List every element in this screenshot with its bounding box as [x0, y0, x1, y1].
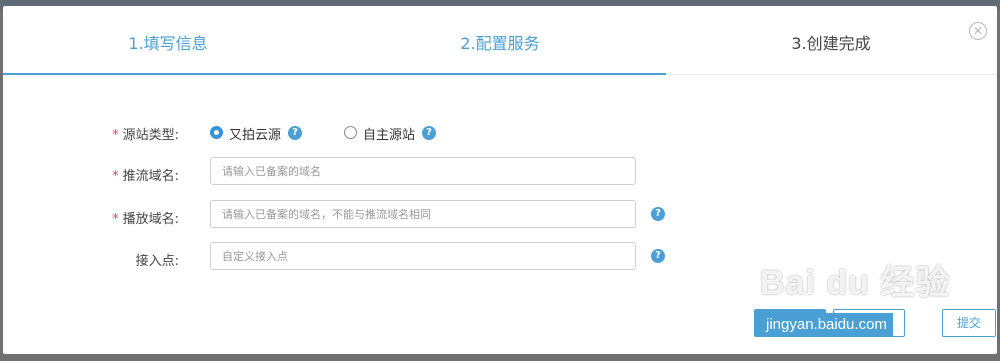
watermark-url: jingyan.baidu.com: [760, 313, 893, 337]
help-icon[interactable]: ?: [651, 207, 665, 221]
step-fill-info[interactable]: 1.填写信息: [3, 30, 333, 54]
required-mark: *: [112, 169, 119, 184]
access-point-label: 接入点:: [135, 254, 179, 269]
baidu-jingyan-watermark: Bai du 经验: [760, 264, 951, 302]
help-icon[interactable]: ?: [422, 126, 436, 140]
step-indicator: 1.填写信息 2.配置服务 3.创建完成: [3, 6, 997, 76]
step-progress-track: [666, 74, 997, 75]
access-point-input[interactable]: 自定义接入点: [210, 242, 636, 270]
required-mark: *: [112, 128, 119, 143]
step-progress-line: [3, 73, 666, 75]
source-type-row: * 源站类型: 又拍云源 ? 自主源站 ?: [3, 119, 997, 151]
push-domain-row: * 推流域名: 请输入已备案的域名: [3, 157, 997, 189]
radio-upyun-source[interactable]: [210, 126, 223, 139]
help-icon[interactable]: ?: [651, 249, 665, 263]
radio-own-source[interactable]: [344, 126, 357, 139]
radio-upyun-source-label[interactable]: 又拍云源: [229, 124, 281, 143]
push-domain-label: * 推流域名:: [112, 169, 179, 184]
step-configure-service[interactable]: 2.配置服务: [335, 30, 665, 54]
play-domain-row: * 播放域名: 请输入已备案的域名，不能与推流域名相同 ?: [3, 200, 997, 232]
close-icon[interactable]: ✕: [969, 22, 987, 40]
play-domain-label: * 播放域名:: [112, 212, 179, 227]
radio-own-source-label[interactable]: 自主源站: [363, 124, 415, 143]
push-domain-input[interactable]: 请输入已备案的域名: [210, 157, 636, 185]
help-icon[interactable]: ?: [288, 126, 302, 140]
play-domain-input[interactable]: 请输入已备案的域名，不能与推流域名相同: [210, 200, 636, 228]
required-mark: *: [112, 212, 119, 227]
source-type-label: * 源站类型:: [112, 128, 179, 143]
step-create-complete[interactable]: 3.创建完成: [666, 30, 996, 54]
